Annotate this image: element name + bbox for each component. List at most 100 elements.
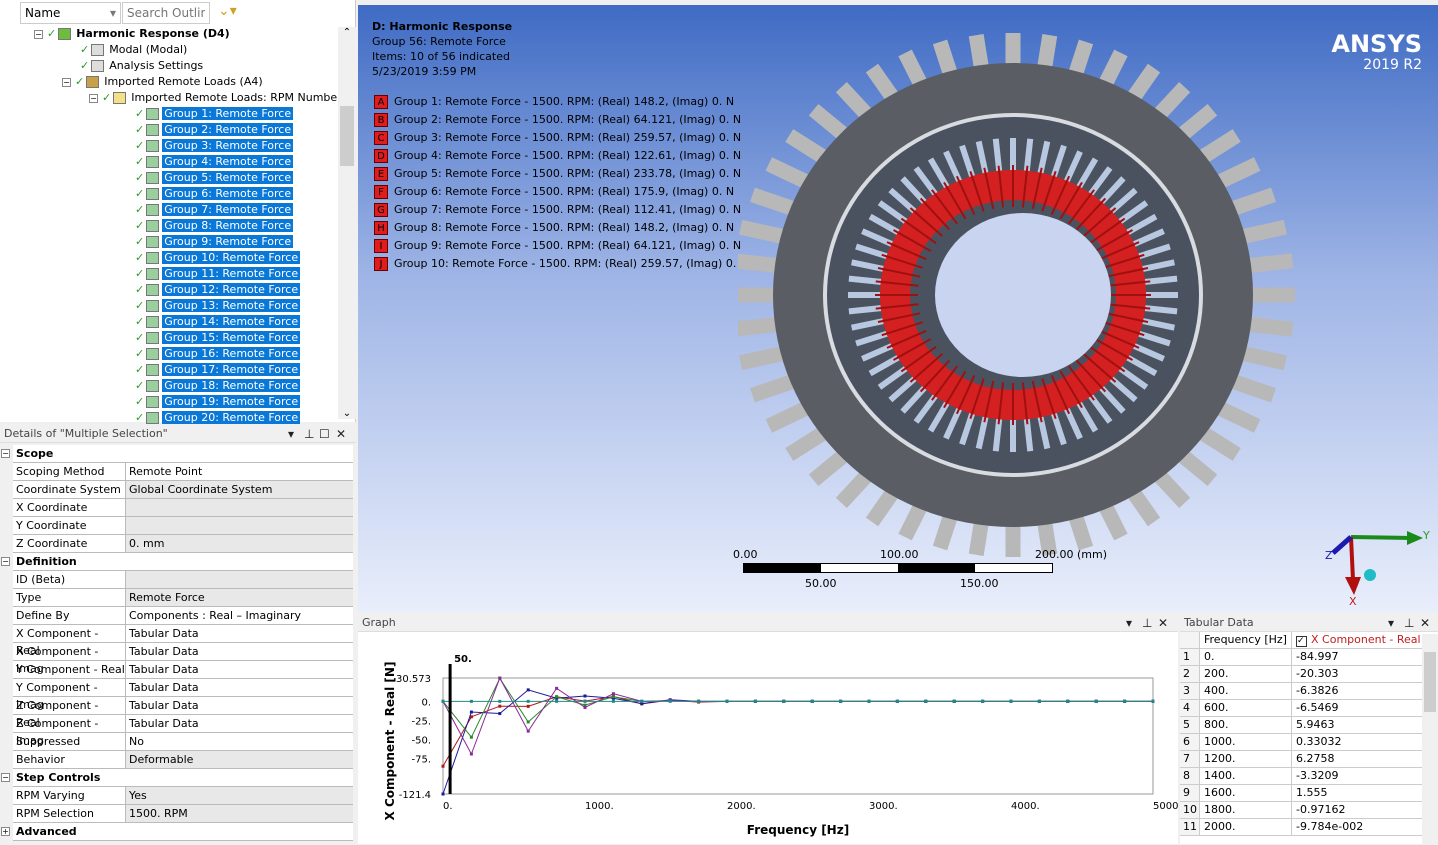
section-scope[interactable]: − Scope (1, 445, 353, 463)
close-icon[interactable]: ✕ (336, 425, 346, 443)
section-step-controls[interactable]: − Step Controls (1, 769, 353, 787)
x-component-cell[interactable]: -84.997 (1292, 649, 1422, 665)
table-row[interactable]: 5 800. 5.9463 (1180, 717, 1422, 734)
detail-row[interactable]: Scoping Method Remote Point (13, 463, 353, 481)
table-row[interactable]: 9 1600. 1.555 (1180, 785, 1422, 802)
collapse-toggle[interactable]: − (1, 557, 10, 566)
dropdown-icon[interactable]: ▾ (288, 425, 294, 443)
x-component-cell[interactable]: -20.303 (1292, 666, 1422, 682)
property-value[interactable]: Tabular Data (126, 661, 353, 678)
frequency-cell[interactable]: 1400. (1200, 768, 1292, 784)
detail-row[interactable]: X Component - Real Tabular Data (13, 625, 353, 657)
property-value[interactable]: Tabular Data (126, 643, 353, 660)
detail-row[interactable]: X Coordinate (13, 499, 353, 517)
expand-toggle[interactable]: + (1, 827, 10, 836)
collapse-toggle[interactable]: − (89, 94, 98, 103)
table-scrollbar[interactable] (1422, 634, 1438, 844)
tree-item-group[interactable]: ✓ Group 11: Remote Force (135, 266, 301, 282)
name-filter-select[interactable]: Name ▾ (20, 2, 121, 24)
tree-item-group[interactable]: ✓ Group 16: Remote Force (135, 346, 301, 362)
frequency-cell[interactable]: 1000. (1200, 734, 1292, 750)
frequency-cell[interactable]: 400. (1200, 683, 1292, 699)
tree-item-group[interactable]: ✓ Group 20: Remote Force (135, 410, 301, 426)
x-component-cell[interactable]: 1.555 (1292, 785, 1422, 801)
property-value[interactable]: Tabular Data (126, 715, 353, 732)
table-row[interactable]: 7 1200. 6.2758 (1180, 751, 1422, 768)
tree-item-group[interactable]: ✓ Group 3: Remote Force (135, 138, 294, 154)
motor-model[interactable] (738, 25, 1298, 565)
detail-row[interactable]: Z Component - Real Tabular Data (13, 697, 353, 729)
tree-item-group[interactable]: ✓ Group 18: Remote Force (135, 378, 301, 394)
detail-row[interactable]: Z Component - Imag Tabular Data (13, 715, 353, 747)
detail-row[interactable]: Z Coordinate 0. mm (13, 535, 353, 553)
tree-item-group[interactable]: ✓ Group 13: Remote Force (135, 298, 301, 314)
tree-item-group[interactable]: ✓ Group 19: Remote Force (135, 394, 301, 410)
property-value[interactable]: Tabular Data (126, 679, 353, 696)
close-icon[interactable]: ✕ (1420, 614, 1430, 632)
property-value[interactable] (126, 571, 353, 588)
tree-item-harmonic-response[interactable]: − ✓ Harmonic Response (D4) (34, 26, 232, 42)
section-definition[interactable]: − Definition (1, 553, 353, 571)
section-advanced[interactable]: + Advanced (1, 823, 353, 841)
x-component-cell[interactable]: 0.33032 (1292, 734, 1422, 750)
detail-row[interactable]: RPM Selection 1500. RPM (13, 805, 353, 823)
tree-item-group[interactable]: ✓ Group 15: Remote Force (135, 330, 301, 346)
property-value[interactable]: Tabular Data (126, 625, 353, 642)
table-row[interactable]: 2 200. -20.303 (1180, 666, 1422, 683)
col-frequency[interactable]: Frequency [Hz] (1200, 632, 1292, 648)
tree-item-rpm-number[interactable]: − ✓ Imported Remote Loads: RPM Number 1 (89, 90, 354, 106)
table-row[interactable]: 6 1000. 0.33032 (1180, 734, 1422, 751)
frequency-cell[interactable]: 600. (1200, 700, 1292, 716)
x-component-cell[interactable]: -9.784e-002 (1292, 819, 1422, 835)
frequency-cell[interactable]: 800. (1200, 717, 1292, 733)
table-row[interactable]: 4 600. -6.5469 (1180, 700, 1422, 717)
tree-item-group[interactable]: ✓ Group 12: Remote Force (135, 282, 301, 298)
filter-chevron-icon[interactable]: ⌄▾ (218, 3, 237, 19)
x-component-cell[interactable]: -3.3209 (1292, 768, 1422, 784)
table-row[interactable]: 1 0. -84.997 (1180, 649, 1422, 666)
tree-item-group[interactable]: ✓ Group 4: Remote Force (135, 154, 294, 170)
tree-item-analysis-settings[interactable]: ✓ Analysis Settings (80, 58, 205, 74)
property-value[interactable]: Tabular Data (126, 697, 353, 714)
x-component-cell[interactable]: -0.97162 (1292, 802, 1422, 818)
pin-icon[interactable]: ⊥ (1142, 614, 1152, 632)
tree-item-group[interactable]: ✓ Group 14: Remote Force (135, 314, 301, 330)
table-row[interactable]: 10 1800. -0.97162 (1180, 802, 1422, 819)
detail-row[interactable]: Type Remote Force (13, 589, 353, 607)
table-row[interactable]: 3 400. -6.3826 (1180, 683, 1422, 700)
column-checkbox[interactable]: ✓ (1296, 636, 1307, 647)
tree-item-group[interactable]: ✓ Group 5: Remote Force (135, 170, 294, 186)
collapse-toggle[interactable]: − (62, 78, 71, 87)
tree-item-group[interactable]: ✓ Group 7: Remote Force (135, 202, 294, 218)
tree-item-group[interactable]: ✓ Group 8: Remote Force (135, 218, 294, 234)
table-row[interactable]: 8 1400. -3.3209 (1180, 768, 1422, 785)
x-component-cell[interactable]: 6.2758 (1292, 751, 1422, 767)
property-value[interactable]: Yes (126, 787, 353, 804)
tree-item-group[interactable]: ✓ Group 17: Remote Force (135, 362, 301, 378)
property-value[interactable]: Global Coordinate System (126, 481, 353, 498)
detail-row[interactable]: X Component - Imag Tabular Data (13, 643, 353, 675)
property-value[interactable]: 1500. RPM (126, 805, 353, 822)
collapse-toggle[interactable]: − (34, 30, 43, 39)
pin-icon[interactable]: ⊥ (304, 425, 314, 443)
frequency-cell[interactable]: 1800. (1200, 802, 1292, 818)
frequency-cell[interactable]: 1200. (1200, 751, 1292, 767)
x-component-cell[interactable]: 5.9463 (1292, 717, 1422, 733)
property-value[interactable]: No (126, 733, 353, 750)
property-value[interactable]: Deformable (126, 751, 353, 768)
frequency-cell[interactable]: 2000. (1200, 819, 1292, 835)
collapse-toggle[interactable]: − (1, 449, 10, 458)
x-component-cell[interactable]: -6.3826 (1292, 683, 1422, 699)
detail-row[interactable]: Behavior Deformable (13, 751, 353, 769)
tree-scrollbar[interactable]: ⌃ ⌄ (338, 27, 356, 419)
x-component-cell[interactable]: -6.5469 (1292, 700, 1422, 716)
detail-row[interactable]: Y Component - Real Tabular Data (13, 661, 353, 679)
property-value[interactable]: Remote Point (126, 463, 353, 480)
search-outline-input[interactable] (122, 2, 210, 24)
close-icon[interactable]: ✕ (1158, 614, 1168, 632)
tree-item-imported-remote-loads[interactable]: − ✓ Imported Remote Loads (A4) (62, 74, 265, 90)
detail-row[interactable]: Coordinate System Global Coordinate Syste… (13, 481, 353, 499)
property-value[interactable]: Remote Force (126, 589, 353, 606)
col-x-component-real[interactable]: X Component - Real (1311, 633, 1421, 646)
pin-icon[interactable]: ⊥ (1404, 614, 1414, 632)
